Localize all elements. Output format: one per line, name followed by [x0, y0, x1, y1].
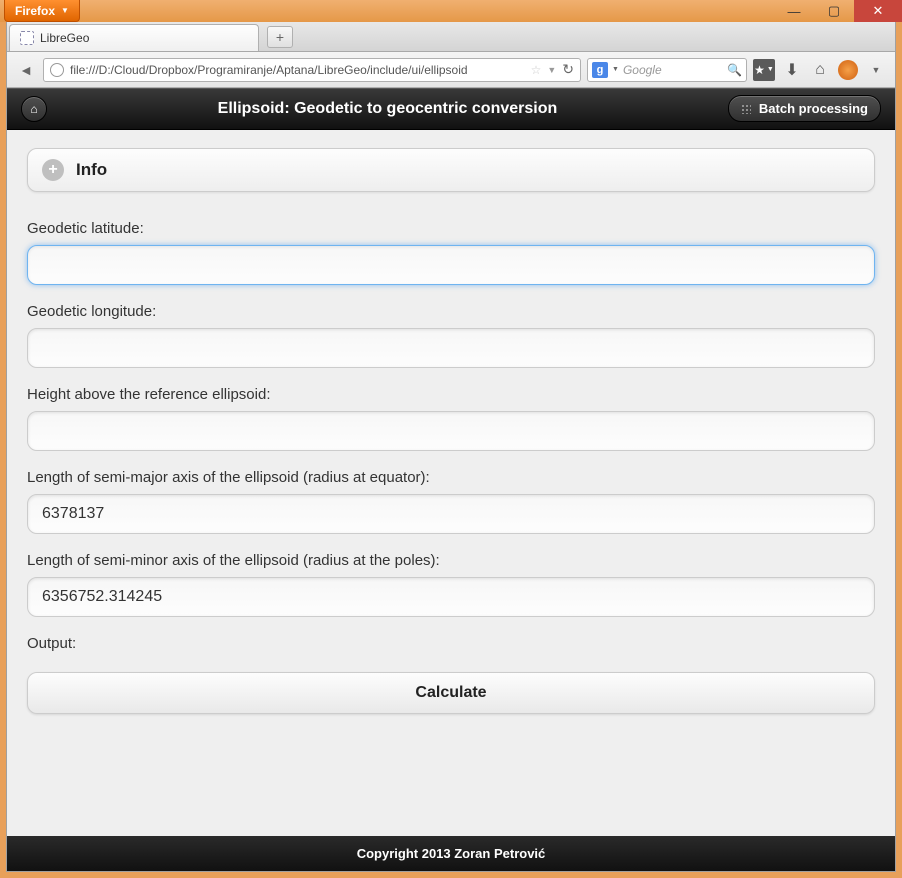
lat-input[interactable] — [27, 245, 875, 285]
calculate-button[interactable]: Calculate — [27, 672, 875, 714]
back-button[interactable]: ◄ — [15, 59, 37, 81]
plus-circle-icon: + — [42, 159, 64, 181]
search-engine-icon: g — [592, 62, 608, 78]
bookmark-star-icon[interactable]: ☆ — [531, 63, 542, 77]
home-icon: ⌂ — [30, 102, 37, 116]
maximize-button[interactable]: ▢ — [814, 0, 854, 22]
info-label: Info — [76, 160, 107, 180]
url-text: file:///D:/Cloud/Dropbox/Programiranje/A… — [70, 63, 525, 77]
app-home-button[interactable]: ⌂ — [21, 96, 47, 122]
height-label: Height above the reference ellipsoid: — [27, 386, 875, 403]
info-collapsible[interactable]: + Info — [27, 148, 875, 192]
grip-icon — [741, 104, 751, 114]
globe-icon — [50, 63, 64, 77]
footer-copyright: Copyright 2013 Zoran Petrović — [7, 836, 895, 871]
url-bar[interactable]: file:///D:/Cloud/Dropbox/Programiranje/A… — [43, 58, 581, 82]
batch-processing-label: Batch processing — [759, 101, 868, 116]
reload-button[interactable]: ↻ — [562, 61, 574, 78]
tab-strip: LibreGeo + — [7, 22, 895, 52]
output-label: Output: — [27, 635, 875, 652]
lat-label: Geodetic latitude: — [27, 220, 875, 237]
semi-minor-input[interactable] — [27, 577, 875, 617]
page-title: Ellipsoid: Geodetic to geocentric conver… — [218, 100, 558, 118]
overflow-chevron-icon[interactable]: ▼ — [865, 59, 887, 81]
batch-processing-button[interactable]: Batch processing — [728, 95, 881, 122]
tab-title: LibreGeo — [40, 31, 89, 45]
semi-minor-label: Length of semi-minor axis of the ellipso… — [27, 552, 875, 569]
app-header: ⌂ Ellipsoid: Geodetic to geocentric conv… — [7, 88, 895, 130]
search-icon[interactable]: 🔍 — [727, 63, 742, 77]
home-button[interactable]: ⌂ — [809, 59, 831, 81]
firefox-menu-button[interactable]: Firefox ▼ — [4, 0, 80, 22]
favicon — [20, 31, 34, 45]
search-bar[interactable]: g ▼ Google 🔍 — [587, 58, 747, 82]
window-titlebar: Firefox ▼ — ▢ ✕ — [0, 0, 902, 22]
semi-major-label: Length of semi-major axis of the ellipso… — [27, 469, 875, 486]
minimize-button[interactable]: — — [774, 0, 814, 22]
downloads-button[interactable]: ⬇ — [781, 59, 803, 81]
firefox-menu-label: Firefox — [15, 4, 55, 18]
history-dropdown-icon[interactable]: ▼ — [547, 65, 556, 75]
semi-major-input[interactable] — [27, 494, 875, 534]
search-engine-chevron-icon[interactable]: ▼ — [612, 66, 619, 73]
close-button[interactable]: ✕ — [854, 0, 902, 22]
addon-button[interactable] — [837, 59, 859, 81]
lon-input[interactable] — [27, 328, 875, 368]
bookmarks-menu-button[interactable]: ★▼ — [753, 59, 775, 81]
nav-toolbar: ◄ file:///D:/Cloud/Dropbox/Programiranje… — [7, 52, 895, 88]
browser-tab[interactable]: LibreGeo — [9, 24, 259, 51]
chevron-down-icon: ▼ — [61, 6, 69, 15]
search-placeholder: Google — [623, 63, 723, 77]
lon-label: Geodetic longitude: — [27, 303, 875, 320]
height-input[interactable] — [27, 411, 875, 451]
new-tab-button[interactable]: + — [267, 26, 293, 48]
